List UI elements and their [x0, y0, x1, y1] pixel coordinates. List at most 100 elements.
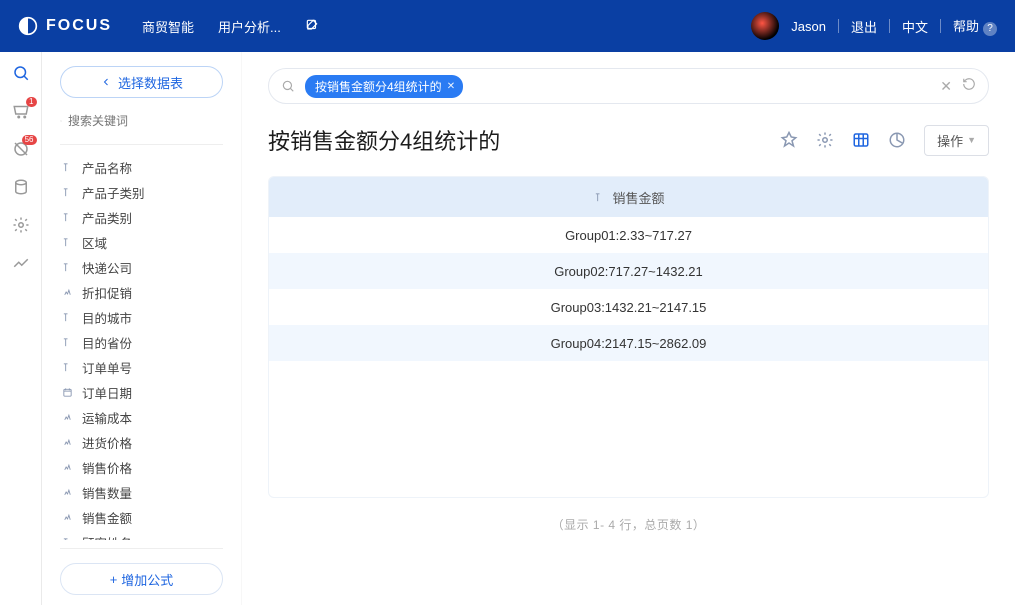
column-header[interactable]: 销售金额 [612, 188, 664, 207]
top-nav: 商贸智能 用户分析... [142, 17, 319, 36]
field-type-icon [60, 186, 74, 200]
field-label: 折扣促销 [82, 283, 132, 302]
field-label: 产品子类别 [82, 183, 145, 202]
field-type-icon [60, 311, 74, 325]
field-label: 订单单号 [82, 358, 132, 377]
field-label: 订单日期 [82, 383, 132, 402]
logout-link[interactable]: 退出 [851, 17, 877, 36]
clear-query-icon[interactable]: ✕ [940, 78, 952, 95]
field-type-icon [60, 236, 74, 250]
header-right: Jason 退出 中文 帮助? [751, 12, 997, 40]
chart-view-icon[interactable] [888, 131, 906, 149]
search-icon [60, 115, 62, 127]
field-label: 销售金额 [82, 508, 132, 527]
field-item[interactable]: 销售数量 [60, 480, 223, 505]
top-header: FOCUS 商贸智能 用户分析... Jason 退出 中文 帮助? [0, 0, 1015, 52]
rail-notifications-icon[interactable]: 56 [10, 138, 32, 160]
language-switch[interactable]: 中文 [902, 17, 928, 36]
refresh-icon[interactable] [962, 77, 976, 96]
rail-badge-1: 1 [26, 97, 36, 107]
nav-item-trade-intel[interactable]: 商贸智能 [142, 17, 194, 36]
field-type-icon [60, 436, 74, 450]
field-type-icon [60, 211, 74, 225]
field-label: 顾客姓名 [82, 533, 132, 540]
field-label: 销售价格 [82, 458, 132, 477]
rail-settings-icon[interactable] [10, 214, 32, 236]
rail-database-icon[interactable] [10, 176, 32, 198]
question-icon: ? [983, 22, 997, 36]
field-label: 目的城市 [82, 308, 132, 327]
field-item[interactable]: 快递公司 [60, 255, 223, 280]
field-label: 运输成本 [82, 408, 132, 427]
field-label: 进货价格 [82, 433, 132, 452]
field-search[interactable] [60, 114, 223, 128]
chevron-down-icon: ▼ [967, 135, 976, 145]
table-header-row: 销售金额 [269, 177, 988, 217]
table-row[interactable]: Group04:2147.15~2862.09 [269, 325, 988, 361]
table-row[interactable]: Group03:1432.21~2147.15 [269, 289, 988, 325]
field-item[interactable]: 折扣促销 [60, 280, 223, 305]
field-item[interactable]: 产品子类别 [60, 180, 223, 205]
field-item[interactable]: 订单单号 [60, 355, 223, 380]
rail-trend-icon[interactable] [10, 252, 32, 274]
field-item[interactable]: 销售价格 [60, 455, 223, 480]
field-list: 产品名称产品子类别产品类别区域快递公司折扣促销目的城市目的省份订单单号订单日期运… [60, 155, 223, 540]
field-item[interactable]: 区域 [60, 230, 223, 255]
logo-icon [18, 16, 38, 36]
field-item[interactable]: 订单日期 [60, 380, 223, 405]
table-row[interactable]: Group02:717.27~1432.21 [269, 253, 988, 289]
nav-edit-icon[interactable] [305, 18, 319, 35]
field-label: 产品名称 [82, 158, 132, 177]
avatar[interactable] [751, 12, 779, 40]
logo[interactable]: FOCUS [18, 16, 112, 36]
query-pill[interactable]: 按销售金额分4组统计的 ✕ [305, 75, 463, 98]
plus-icon: + [110, 572, 118, 587]
result-table: 销售金额 Group01:2.33~717.27Group02:717.27~1… [268, 176, 989, 498]
field-item[interactable]: 运输成本 [60, 405, 223, 430]
choose-data-table-button[interactable]: 选择数据表 [60, 66, 223, 98]
help-link[interactable]: 帮助? [953, 16, 997, 36]
field-label: 区域 [82, 233, 107, 252]
pagination-info: （显示 1- 4 行，总页数 1） [268, 516, 989, 533]
field-item[interactable]: 产品类别 [60, 205, 223, 230]
field-item[interactable]: 目的城市 [60, 305, 223, 330]
field-item[interactable]: 顾客姓名 [60, 530, 223, 540]
sidebar: 选择数据表 产品名称产品子类别产品类别区域快递公司折扣促销目的城市目的省份订单单… [42, 52, 242, 605]
pin-icon[interactable] [780, 131, 798, 149]
field-search-input[interactable] [68, 114, 223, 128]
gear-icon[interactable] [816, 131, 834, 149]
query-bar[interactable]: 按销售金额分4组统计的 ✕ ✕ [268, 68, 989, 104]
logo-text: FOCUS [46, 17, 112, 35]
field-item[interactable]: 产品名称 [60, 155, 223, 180]
chevron-left-icon [100, 76, 112, 88]
field-type-icon [60, 511, 74, 525]
field-label: 销售数量 [82, 483, 132, 502]
field-item[interactable]: 目的省份 [60, 330, 223, 355]
field-type-icon [60, 536, 74, 541]
field-label: 快递公司 [82, 258, 132, 277]
user-name[interactable]: Jason [791, 19, 826, 34]
field-item[interactable]: 进货价格 [60, 430, 223, 455]
field-label: 产品类别 [82, 208, 132, 227]
field-label: 目的省份 [82, 333, 132, 352]
table-view-icon[interactable] [852, 131, 870, 149]
column-type-icon [592, 190, 606, 204]
field-type-icon [60, 461, 74, 475]
field-type-icon [60, 361, 74, 375]
field-type-icon [60, 486, 74, 500]
field-type-icon [60, 411, 74, 425]
field-item[interactable]: 销售金额 [60, 505, 223, 530]
field-type-icon [60, 336, 74, 350]
close-icon[interactable]: ✕ [447, 81, 455, 92]
field-type-icon [60, 161, 74, 175]
field-type-icon [60, 261, 74, 275]
page-title: 按销售金额分4组统计的 [268, 124, 500, 156]
search-icon [281, 79, 295, 93]
nav-item-user-analytics[interactable]: 用户分析... [218, 17, 281, 36]
rail-search-icon[interactable] [10, 62, 32, 84]
table-row[interactable]: Group01:2.33~717.27 [269, 217, 988, 253]
action-dropdown[interactable]: 操作 ▼ [924, 125, 989, 156]
add-formula-button[interactable]: + 增加公式 [60, 563, 223, 595]
field-type-icon [60, 386, 74, 400]
rail-cart-icon[interactable]: 1 [10, 100, 32, 122]
